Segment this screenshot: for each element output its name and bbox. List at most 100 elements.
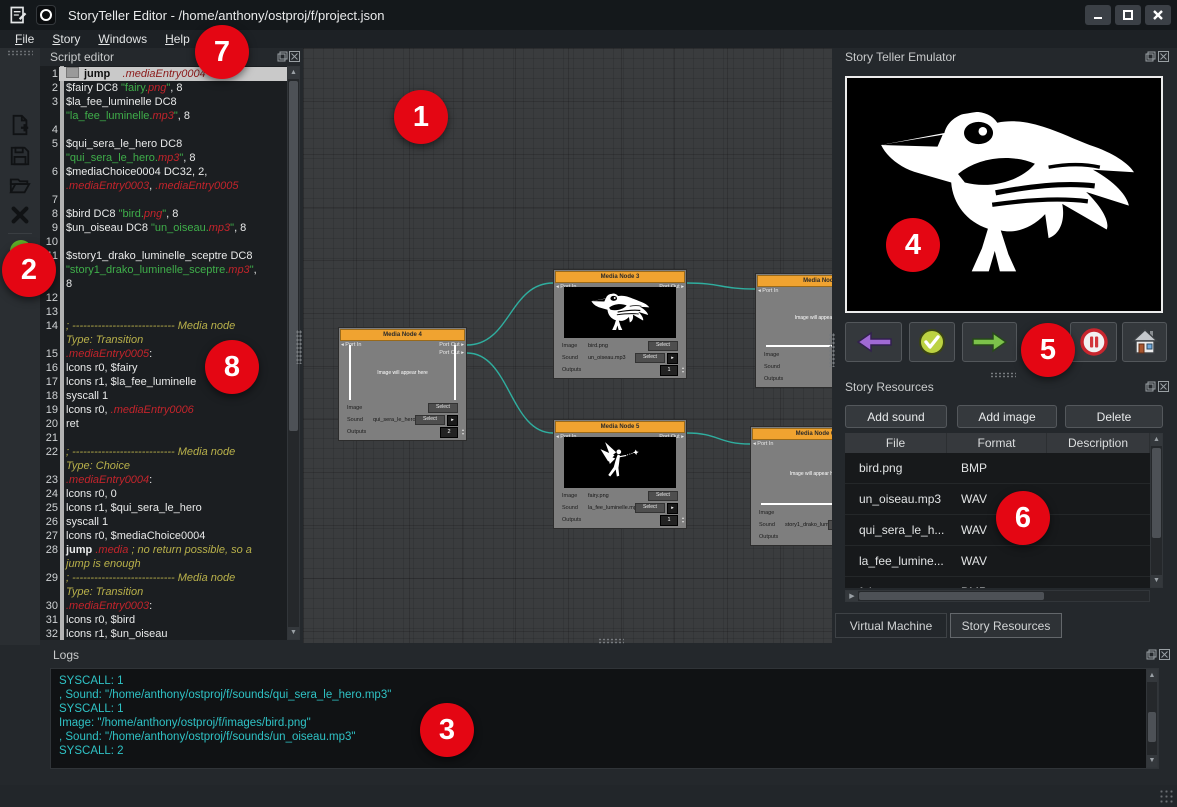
node-graph-canvas[interactable]: Media Node 4◂ Port InPort Out ▸Port Out … [303, 48, 832, 643]
media-node[interactable]: Media Node 3◂ Port InPort Out ▸ Imagebir… [553, 269, 687, 379]
sound-play-button[interactable]: ▸ [447, 415, 458, 426]
column-file[interactable]: File [845, 433, 947, 453]
menu-help[interactable]: Help [156, 32, 199, 46]
right-splitter-handle[interactable] [829, 333, 835, 367]
resources-title: Story Resources [845, 380, 934, 394]
add-image-button[interactable]: Add image [957, 405, 1057, 428]
sound-play-button[interactable]: ▸ [667, 353, 678, 364]
code-text: ; ---------------------------- Media nod… [59, 319, 288, 333]
open-folder-icon[interactable] [9, 174, 31, 196]
float-panel-icon[interactable] [277, 51, 288, 62]
previous-button[interactable] [845, 322, 902, 362]
code-line: 13 [40, 305, 288, 319]
titlebar: StoryTeller Editor - /home/anthony/ostpr… [0, 0, 1177, 30]
code-text: $qui_sera_le_hero DC8 [59, 137, 288, 151]
line-number: 9 [40, 221, 59, 235]
media-node[interactable]: Media Node 4◂ Port InPort Out ▸Port Out … [338, 327, 467, 441]
toolbar-drag-handle[interactable] [7, 50, 33, 56]
bottom-splitter-handle[interactable] [598, 638, 624, 644]
select-button[interactable]: Select [635, 503, 665, 513]
minimize-button[interactable] [1085, 5, 1111, 25]
menu-windows[interactable]: Windows [89, 32, 156, 46]
left-splitter-handle[interactable] [296, 330, 302, 364]
close-button[interactable] [1145, 5, 1171, 25]
column-format[interactable]: Format [947, 433, 1047, 453]
outputs-spinner[interactable]: 2▴ ▾ [440, 427, 458, 438]
close-panel-icon[interactable] [289, 51, 300, 62]
pause-button[interactable] [1070, 322, 1117, 362]
sound-play-button[interactable]: ▸ [667, 503, 678, 514]
emulator-splitter-handle[interactable] [990, 372, 1016, 378]
code-token: mp3 [209, 222, 230, 234]
code-token: , 8 [183, 152, 195, 164]
column-description[interactable]: Description [1047, 433, 1150, 453]
resources-hscrollbar[interactable]: ◀ ▶ [845, 590, 1150, 602]
new-document-icon[interactable] [9, 114, 31, 136]
resource-row[interactable]: bird.pngBMP [845, 453, 1150, 484]
select-button[interactable]: Select [635, 353, 665, 363]
maximize-button[interactable] [1115, 5, 1141, 25]
select-button[interactable]: Select [428, 403, 458, 413]
media-node[interactable]: Media Node 6◂ Port InImage will appear h… [750, 426, 832, 546]
select-button[interactable]: Select [648, 491, 678, 501]
menu-file[interactable]: File [6, 32, 43, 46]
code-line: Type: Transition [40, 333, 288, 347]
resource-row[interactable]: fairy.pngBMP [845, 577, 1150, 588]
line-number: 29 [40, 571, 59, 585]
node-field-row: Outputs1▴ ▾ [562, 515, 678, 525]
close-panel-icon[interactable] [1158, 381, 1169, 392]
code-text: "la_fee_luminelle.mp3", 8 [59, 109, 288, 123]
line-number [40, 585, 59, 599]
code-line: 21 [40, 431, 288, 445]
float-panel-icon[interactable] [1145, 381, 1156, 392]
node-field-row: Imagebird.pngSelect [562, 341, 678, 351]
validate-button[interactable] [909, 322, 955, 362]
line-number: 28 [40, 543, 59, 557]
menu-story[interactable]: Story [43, 32, 89, 46]
select-button[interactable]: Select [648, 341, 678, 351]
close-cross-icon[interactable] [9, 204, 31, 226]
cell-description [1047, 577, 1150, 588]
cell-file: qui_sera_le_h... [845, 515, 947, 545]
float-panel-icon[interactable] [1145, 51, 1156, 62]
logs-output[interactable]: SYSCALL: 1, Sound: "/home/anthony/ostpro… [50, 668, 1159, 769]
code-token: "fairy. [121, 82, 148, 94]
tab-story-resources[interactable]: Story Resources [950, 613, 1062, 638]
next-button[interactable] [962, 322, 1017, 362]
code-text: Type: Transition [59, 333, 288, 347]
code-line: Type: Choice [40, 459, 288, 473]
close-panel-icon[interactable] [1158, 51, 1169, 62]
code-token: ; ---------------------------- Media nod… [66, 320, 235, 332]
resource-row[interactable]: la_fee_lumine...WAV [845, 546, 1150, 577]
media-node[interactable]: Media Node◂ Port InImage will appear her… [755, 273, 832, 388]
field-label: Sound [562, 505, 588, 511]
tab-virtual-machine[interactable]: Virtual Machine [835, 613, 947, 638]
delete-button[interactable]: Delete [1065, 405, 1163, 428]
outputs-spinner[interactable]: 1▴ ▾ [660, 365, 678, 376]
resources-vscrollbar[interactable]: ▲ ▼ [1150, 433, 1163, 588]
line-number: 26 [40, 515, 59, 529]
code-token: , 8 [170, 82, 182, 94]
line-number [40, 459, 59, 473]
code-text: $fairy DC8 "fairy.png", 8 [59, 81, 288, 95]
select-button[interactable]: Select [415, 415, 445, 425]
code-token: "story1_drako_luminelle_sceptre. [66, 264, 228, 276]
resize-grip[interactable] [1159, 789, 1173, 803]
outputs-spinner[interactable]: 1▴ ▾ [660, 515, 678, 526]
code-line: 11$story1_drako_luminelle_sceptre DC8 [40, 249, 288, 263]
script-editor[interactable]: 1jump .mediaEntry00042$fairy DC8 "fairy.… [40, 66, 300, 640]
log-line: , Sound: "/home/anthony/ostproj/f/sounds… [59, 730, 1158, 744]
script-editor-title: Script editor [50, 50, 114, 64]
save-icon[interactable] [9, 145, 31, 167]
logs-scrollbar[interactable]: ▲ ▼ [1146, 669, 1158, 768]
home-button[interactable] [1122, 322, 1167, 362]
code-token: png [144, 208, 162, 220]
media-node[interactable]: Media Node 5◂ Port InPort Out ▸ Imagefai… [553, 419, 687, 529]
code-text: ret [59, 417, 288, 431]
close-panel-icon[interactable] [1159, 649, 1170, 660]
float-panel-icon[interactable] [1146, 649, 1157, 660]
code-line: 30.mediaEntry0003: [40, 599, 288, 613]
select-button[interactable]: Select [828, 520, 832, 530]
code-line: 6$mediaChoice0004 DC32, 2, [40, 165, 288, 179]
add-sound-button[interactable]: Add sound [845, 405, 947, 428]
